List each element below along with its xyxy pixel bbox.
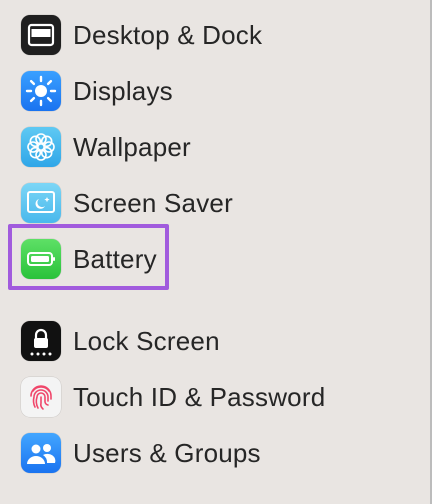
displays-icon (21, 71, 61, 111)
sidebar-item-label: Wallpaper (73, 131, 191, 162)
sidebar-item-label: Screen Saver (73, 187, 233, 218)
sidebar-item-desktop-dock[interactable]: Desktop & Dock (21, 13, 351, 57)
sidebar-item-screen-saver[interactable]: Screen Saver (21, 181, 351, 225)
sidebar-item-label: Touch ID & Password (73, 381, 326, 412)
sidebar-item-label: Displays (73, 75, 173, 106)
selection-highlight (8, 224, 169, 290)
sidebar-item-label: Lock Screen (73, 325, 220, 356)
wallpaper-icon (21, 127, 61, 167)
screen-saver-icon (21, 183, 61, 223)
lock-screen-icon (21, 321, 61, 361)
sidebar-item-lock-screen[interactable]: Lock Screen (21, 319, 351, 363)
sidebar-item-label: Desktop & Dock (73, 19, 263, 50)
users-groups-icon (21, 433, 61, 473)
sidebar-item-displays[interactable]: Displays (21, 69, 351, 113)
touch-id-icon (21, 377, 61, 417)
sidebar-item-wallpaper[interactable]: Wallpaper (21, 125, 351, 169)
sidebar-item-users-groups[interactable]: Users & Groups (21, 431, 351, 475)
desktop-dock-icon (21, 15, 61, 55)
sidebar-item-touch-id[interactable]: Touch ID & Password (21, 375, 351, 419)
sidebar-item-label: Users & Groups (73, 437, 261, 468)
